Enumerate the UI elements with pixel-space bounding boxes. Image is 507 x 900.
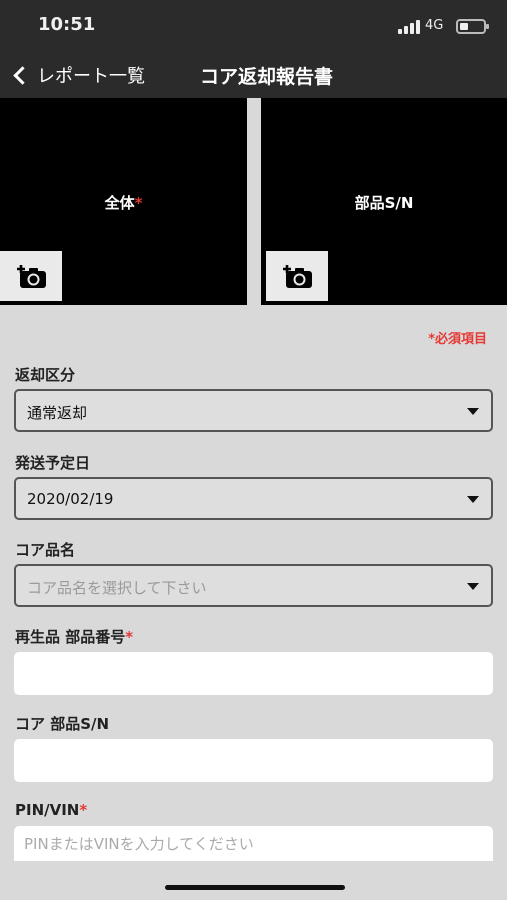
photo-slot-overall[interactable]: 全体*: [0, 98, 247, 305]
photo-label-overall: 全体*: [0, 192, 247, 213]
pin-vin-input[interactable]: [14, 826, 493, 861]
caret-down-icon: [467, 408, 479, 415]
required-mark: *: [79, 801, 88, 819]
pin-vin-field: [14, 826, 493, 861]
page-title: コア返却報告書: [200, 66, 334, 88]
add-photo-button[interactable]: [0, 251, 62, 301]
status-time: 10:51: [38, 14, 96, 35]
signal-icon: [398, 20, 420, 34]
caret-down-icon: [467, 496, 479, 503]
battery-icon: [456, 19, 489, 34]
status-bar: 10:51 4G: [0, 0, 507, 52]
caret-down-icon: [467, 583, 479, 590]
ship-date-select[interactable]: 2020/02/19: [14, 477, 493, 520]
photo-label-part-sn: 部品S/N: [354, 194, 414, 212]
ship-date-label: 発送予定日: [15, 454, 91, 472]
core-part-sn-label: コア 部品S/N: [15, 715, 110, 733]
home-indicator[interactable]: [165, 885, 345, 890]
pin-vin-label: PIN/VIN*: [15, 801, 87, 819]
core-name-select[interactable]: コア品名を選択して下さい: [14, 564, 493, 607]
add-photo-button[interactable]: [266, 251, 328, 301]
photo-slot-part-sn[interactable]: 部品S/N: [261, 98, 507, 305]
return-type-value: 通常返却: [27, 404, 88, 422]
add-camera-icon: [283, 265, 312, 288]
ship-date-value: 2020/02/19: [27, 490, 114, 508]
core-name-placeholder: コア品名を選択して下さい: [27, 579, 207, 597]
required-mark: *: [125, 628, 134, 646]
pin-vin-label-text: PIN/VIN: [15, 801, 80, 819]
back-button[interactable]: レポート一覧: [10, 60, 145, 90]
core-name-label: コア品名: [15, 541, 76, 559]
reman-part-no-label-text: 再生品 部品番号: [15, 628, 126, 646]
photo-label-text: 全体: [104, 194, 135, 212]
reman-part-no-label: 再生品 部品番号*: [15, 626, 133, 647]
core-part-sn-input[interactable]: [14, 739, 493, 782]
network-type: 4G: [425, 18, 444, 33]
reman-part-no-input[interactable]: [14, 652, 493, 695]
required-mark: *: [134, 194, 143, 212]
return-type-label: 返却区分: [15, 366, 76, 384]
required-note: *必須項目: [428, 332, 487, 347]
add-camera-icon: [17, 265, 46, 288]
back-label: レポート一覧: [37, 66, 145, 87]
return-type-select[interactable]: 通常返却: [14, 389, 493, 432]
nav-bar: レポート一覧 コア返却報告書: [0, 52, 507, 98]
photo-area: 全体* 部品S/N: [0, 98, 507, 308]
chevron-left-icon: [13, 65, 32, 85]
